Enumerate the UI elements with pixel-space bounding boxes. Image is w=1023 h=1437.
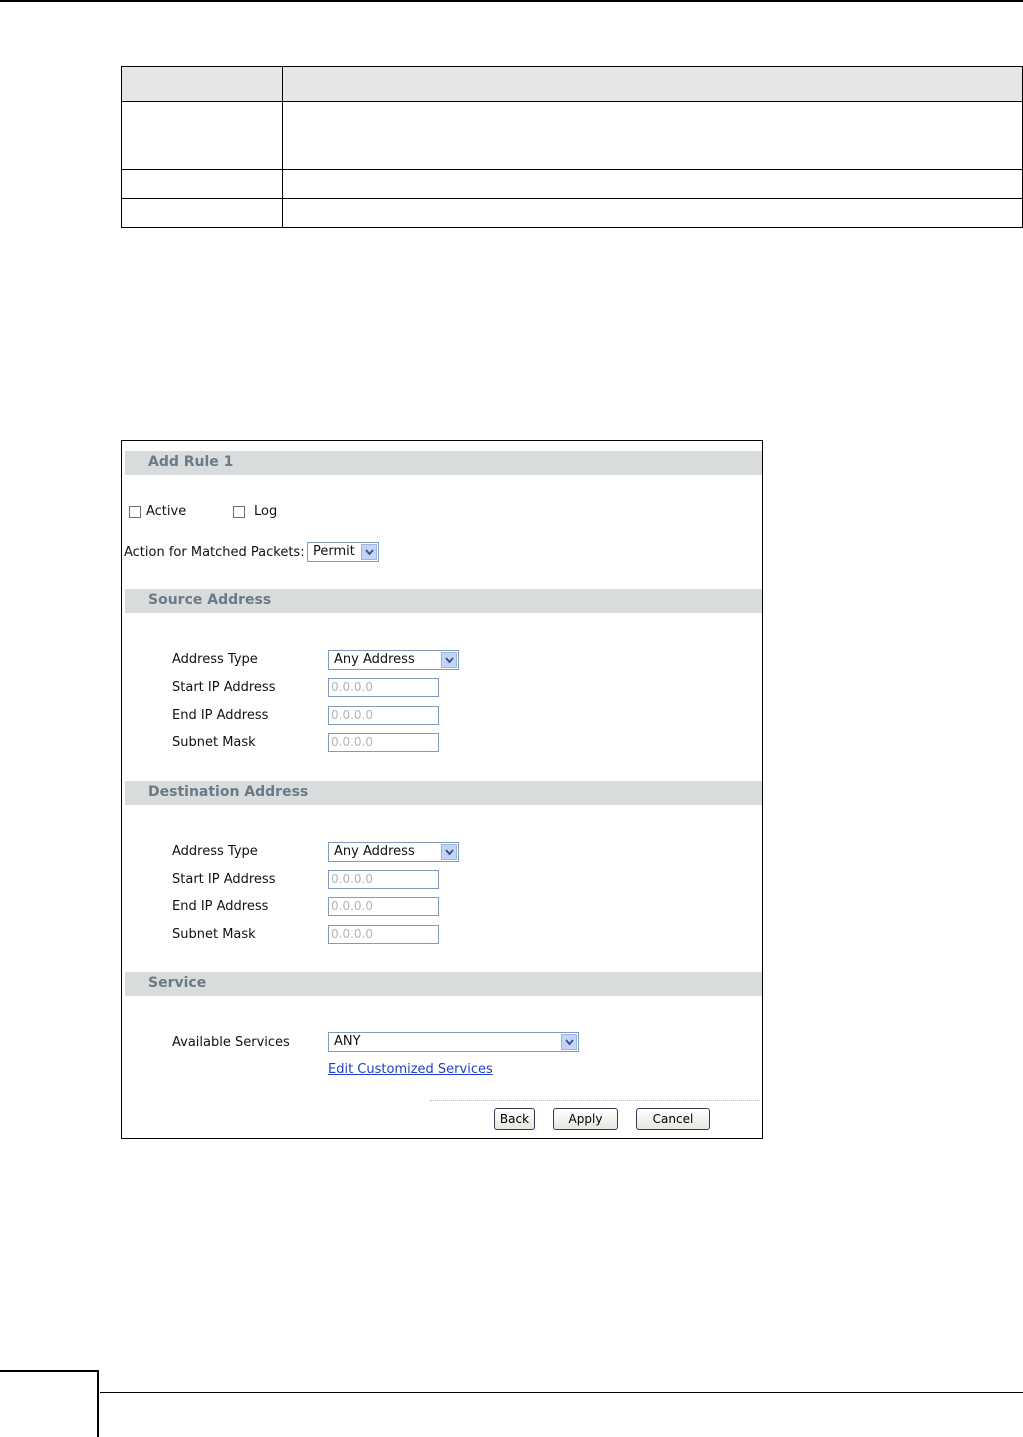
source-start-ip-label: Start IP Address [172, 680, 276, 695]
table-cell [282, 169, 1023, 199]
table-cell [282, 198, 1023, 228]
source-start-ip-input[interactable]: 0.0.0.0 [328, 678, 439, 697]
table-cell [121, 198, 283, 228]
table-row [121, 169, 1023, 199]
chevron-down-icon [561, 1034, 577, 1050]
source-address-type-label: Address Type [172, 652, 258, 667]
table-cell [121, 169, 283, 199]
edit-customized-services-link[interactable]: Edit Customized Services [328, 1062, 493, 1077]
destination-address-header: Destination Address [125, 781, 762, 805]
source-subnet-mask-value: 0.0.0.0 [331, 735, 373, 749]
source-address-type-value: Any Address [334, 652, 415, 667]
footer-rule [100, 1392, 1023, 1393]
log-label: Log [254, 504, 278, 519]
action-select-value: Permit [313, 544, 355, 559]
top-rule [0, 0, 1023, 2]
table-row [121, 198, 1023, 228]
source-address-header: Source Address [125, 589, 762, 613]
add-rule-screenshot: Add Rule 1 Active Log Action for Matched… [121, 440, 763, 1139]
destination-address-type-select[interactable]: Any Address [328, 842, 459, 862]
available-services-label: Available Services [172, 1035, 290, 1050]
destination-address-title: Destination Address [148, 784, 309, 800]
destination-subnet-mask-input[interactable]: 0.0.0.0 [328, 925, 439, 944]
apply-button[interactable]: Apply [553, 1108, 618, 1130]
destination-end-ip-input[interactable]: 0.0.0.0 [328, 897, 439, 916]
available-services-value: ANY [334, 1034, 361, 1049]
chevron-down-icon [441, 844, 457, 860]
source-subnet-mask-input[interactable]: 0.0.0.0 [328, 733, 439, 752]
table-row [121, 101, 1023, 170]
log-checkbox[interactable] [233, 506, 245, 518]
service-title: Service [148, 975, 207, 991]
destination-end-ip-label: End IP Address [172, 899, 269, 914]
add-rule-title: Add Rule 1 [148, 454, 234, 470]
button-separator [430, 1100, 760, 1101]
service-header: Service [125, 972, 762, 996]
source-address-title: Source Address [148, 592, 272, 608]
available-services-select[interactable]: ANY [328, 1032, 579, 1052]
destination-start-ip-value: 0.0.0.0 [331, 872, 373, 886]
destination-address-type-label: Address Type [172, 844, 258, 859]
table-cell [282, 101, 1023, 170]
page-number-box [0, 1370, 99, 1437]
table-header-row [121, 66, 1023, 102]
description-table [121, 66, 1023, 228]
action-select[interactable]: Permit [307, 542, 379, 562]
destination-subnet-mask-label: Subnet Mask [172, 927, 256, 942]
action-label: Action for Matched Packets: [124, 545, 305, 560]
table-cell [121, 101, 283, 170]
chevron-down-icon [361, 544, 377, 560]
source-end-ip-label: End IP Address [172, 708, 269, 723]
destination-start-ip-input[interactable]: 0.0.0.0 [328, 870, 439, 889]
active-checkbox[interactable] [129, 506, 141, 518]
destination-end-ip-value: 0.0.0.0 [331, 899, 373, 913]
chevron-down-icon [441, 652, 457, 668]
active-label: Active [146, 504, 187, 519]
table-cell [282, 66, 1023, 102]
back-button[interactable]: Back [494, 1108, 535, 1130]
add-rule-header: Add Rule 1 [125, 451, 762, 475]
source-end-ip-value: 0.0.0.0 [331, 708, 373, 722]
source-start-ip-value: 0.0.0.0 [331, 680, 373, 694]
source-end-ip-input[interactable]: 0.0.0.0 [328, 706, 439, 725]
destination-address-type-value: Any Address [334, 844, 415, 859]
table-cell [121, 66, 283, 102]
source-subnet-mask-label: Subnet Mask [172, 735, 256, 750]
destination-subnet-mask-value: 0.0.0.0 [331, 927, 373, 941]
cancel-button[interactable]: Cancel [636, 1108, 710, 1130]
destination-start-ip-label: Start IP Address [172, 872, 276, 887]
source-address-type-select[interactable]: Any Address [328, 650, 459, 670]
